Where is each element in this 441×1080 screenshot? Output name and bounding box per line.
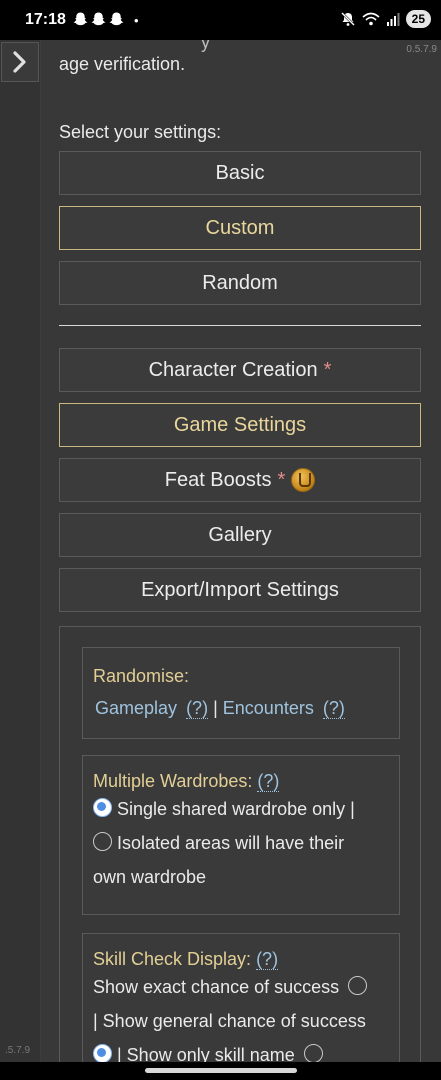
wardrobe-option-isolated[interactable]: Isolated areas will have their [93,826,389,860]
signal-icon [386,13,400,26]
radio-skill-name[interactable] [303,1044,323,1062]
character-creation-label: Character Creation [148,358,318,381]
radio-shared-wardrobe[interactable] [93,798,112,817]
randomise-box: Randomise: Gameplay (?) | Encounters (?) [82,647,400,739]
notification-icons [73,11,124,27]
radio-exact-chance[interactable] [348,976,368,995]
skill-option-name[interactable]: | Show only skill name [93,1038,389,1062]
wardrobe-option-isolated-cont: own wardrobe [93,867,207,887]
skill-option-general[interactable]: | Show general chance of success [93,1004,389,1038]
randomise-title: Randomise: [93,666,190,686]
game-settings-button[interactable]: Game Settings [59,403,421,447]
side-rail: .5.7.9 [0,40,41,1080]
battery-level: 25 [405,10,431,28]
wardrobe-option-shared-label: Single shared wardrobe only | [117,799,355,819]
feat-boosts-label: Feat Boosts [164,468,272,491]
mute-icon [340,12,355,26]
wardrobes-title: Multiple Wardrobes: [93,771,253,791]
select-settings-label: Select your settings: [59,122,222,142]
preset-basic-button[interactable]: Basic [59,151,421,195]
feat-boosts-button[interactable]: Feat Boosts * [59,458,421,502]
encounters-link[interactable]: Encounters [223,698,314,718]
snapchat-icon [73,12,88,26]
chevron-right-icon [13,51,26,73]
character-creation-button[interactable]: Character Creation * [59,348,421,392]
preset-custom-button[interactable]: Custom [59,206,421,250]
notification-dot: • [134,13,139,28]
wardrobes-help-link[interactable]: (?) [257,771,280,792]
game-settings-panel: Randomise: Gameplay (?) | Encounters (?)… [59,626,421,1062]
wifi-icon [362,12,380,26]
radio-isolated-wardrobe[interactable] [93,832,112,851]
required-asterisk: * [277,468,286,491]
wardrobe-option-isolated-label: Isolated areas will have their [117,833,345,853]
section-divider [59,325,421,326]
home-gesture-handle[interactable] [145,1068,297,1073]
skill-check-header: Skill Check Display: (?) [93,949,389,970]
coin-icon [291,468,316,492]
gameplay-link[interactable]: Gameplay [95,698,177,718]
skill-option-name-label: | Show only skill name [117,1045,295,1062]
skill-option-general-label: | Show general chance of success [93,1011,366,1031]
wardrobe-option-shared[interactable]: Single shared wardrobe only | [93,792,389,826]
skill-option-exact[interactable]: Show exact chance of success [93,970,389,1004]
navigation-bar [0,1062,441,1080]
separator: | [213,698,218,718]
required-asterisk: * [323,358,332,381]
preset-random-button[interactable]: Random [59,261,421,305]
version-label: 0.5.7.9 [406,44,437,55]
skill-check-title: Skill Check Display: [93,949,252,969]
main-settings-pane: 0.5.7.9 y age verification. Select your … [41,40,441,1062]
snapchat-icon [91,12,106,26]
export-import-settings-button[interactable]: Export/Import Settings [59,568,421,612]
gameplay-help-link[interactable]: (?) [186,698,209,719]
cut-off-text: y [201,40,210,52]
skill-check-help-link[interactable]: (?) [256,949,279,970]
rail-version-label: .5.7.9 [5,1045,31,1056]
encounters-help-link[interactable]: (?) [322,698,345,719]
radio-general-chance[interactable] [93,1044,112,1062]
skill-option-exact-label: Show exact chance of success [93,977,340,997]
expand-sidebar-button[interactable] [1,42,39,82]
status-bar: 17:18 • 25 [0,0,441,40]
snapchat-icon [109,12,124,26]
skill-check-box: Skill Check Display: (?) Show exact chan… [82,933,400,1062]
randomise-links: Gameplay (?) | Encounters (?) [93,698,389,719]
wardrobes-header: Multiple Wardrobes: (?) [93,771,389,792]
gallery-button[interactable]: Gallery [59,513,421,557]
status-time: 17:18 [25,11,66,28]
wardrobes-box: Multiple Wardrobes: (?) Single shared wa… [82,755,400,915]
intro-text: age verification. [59,54,186,74]
